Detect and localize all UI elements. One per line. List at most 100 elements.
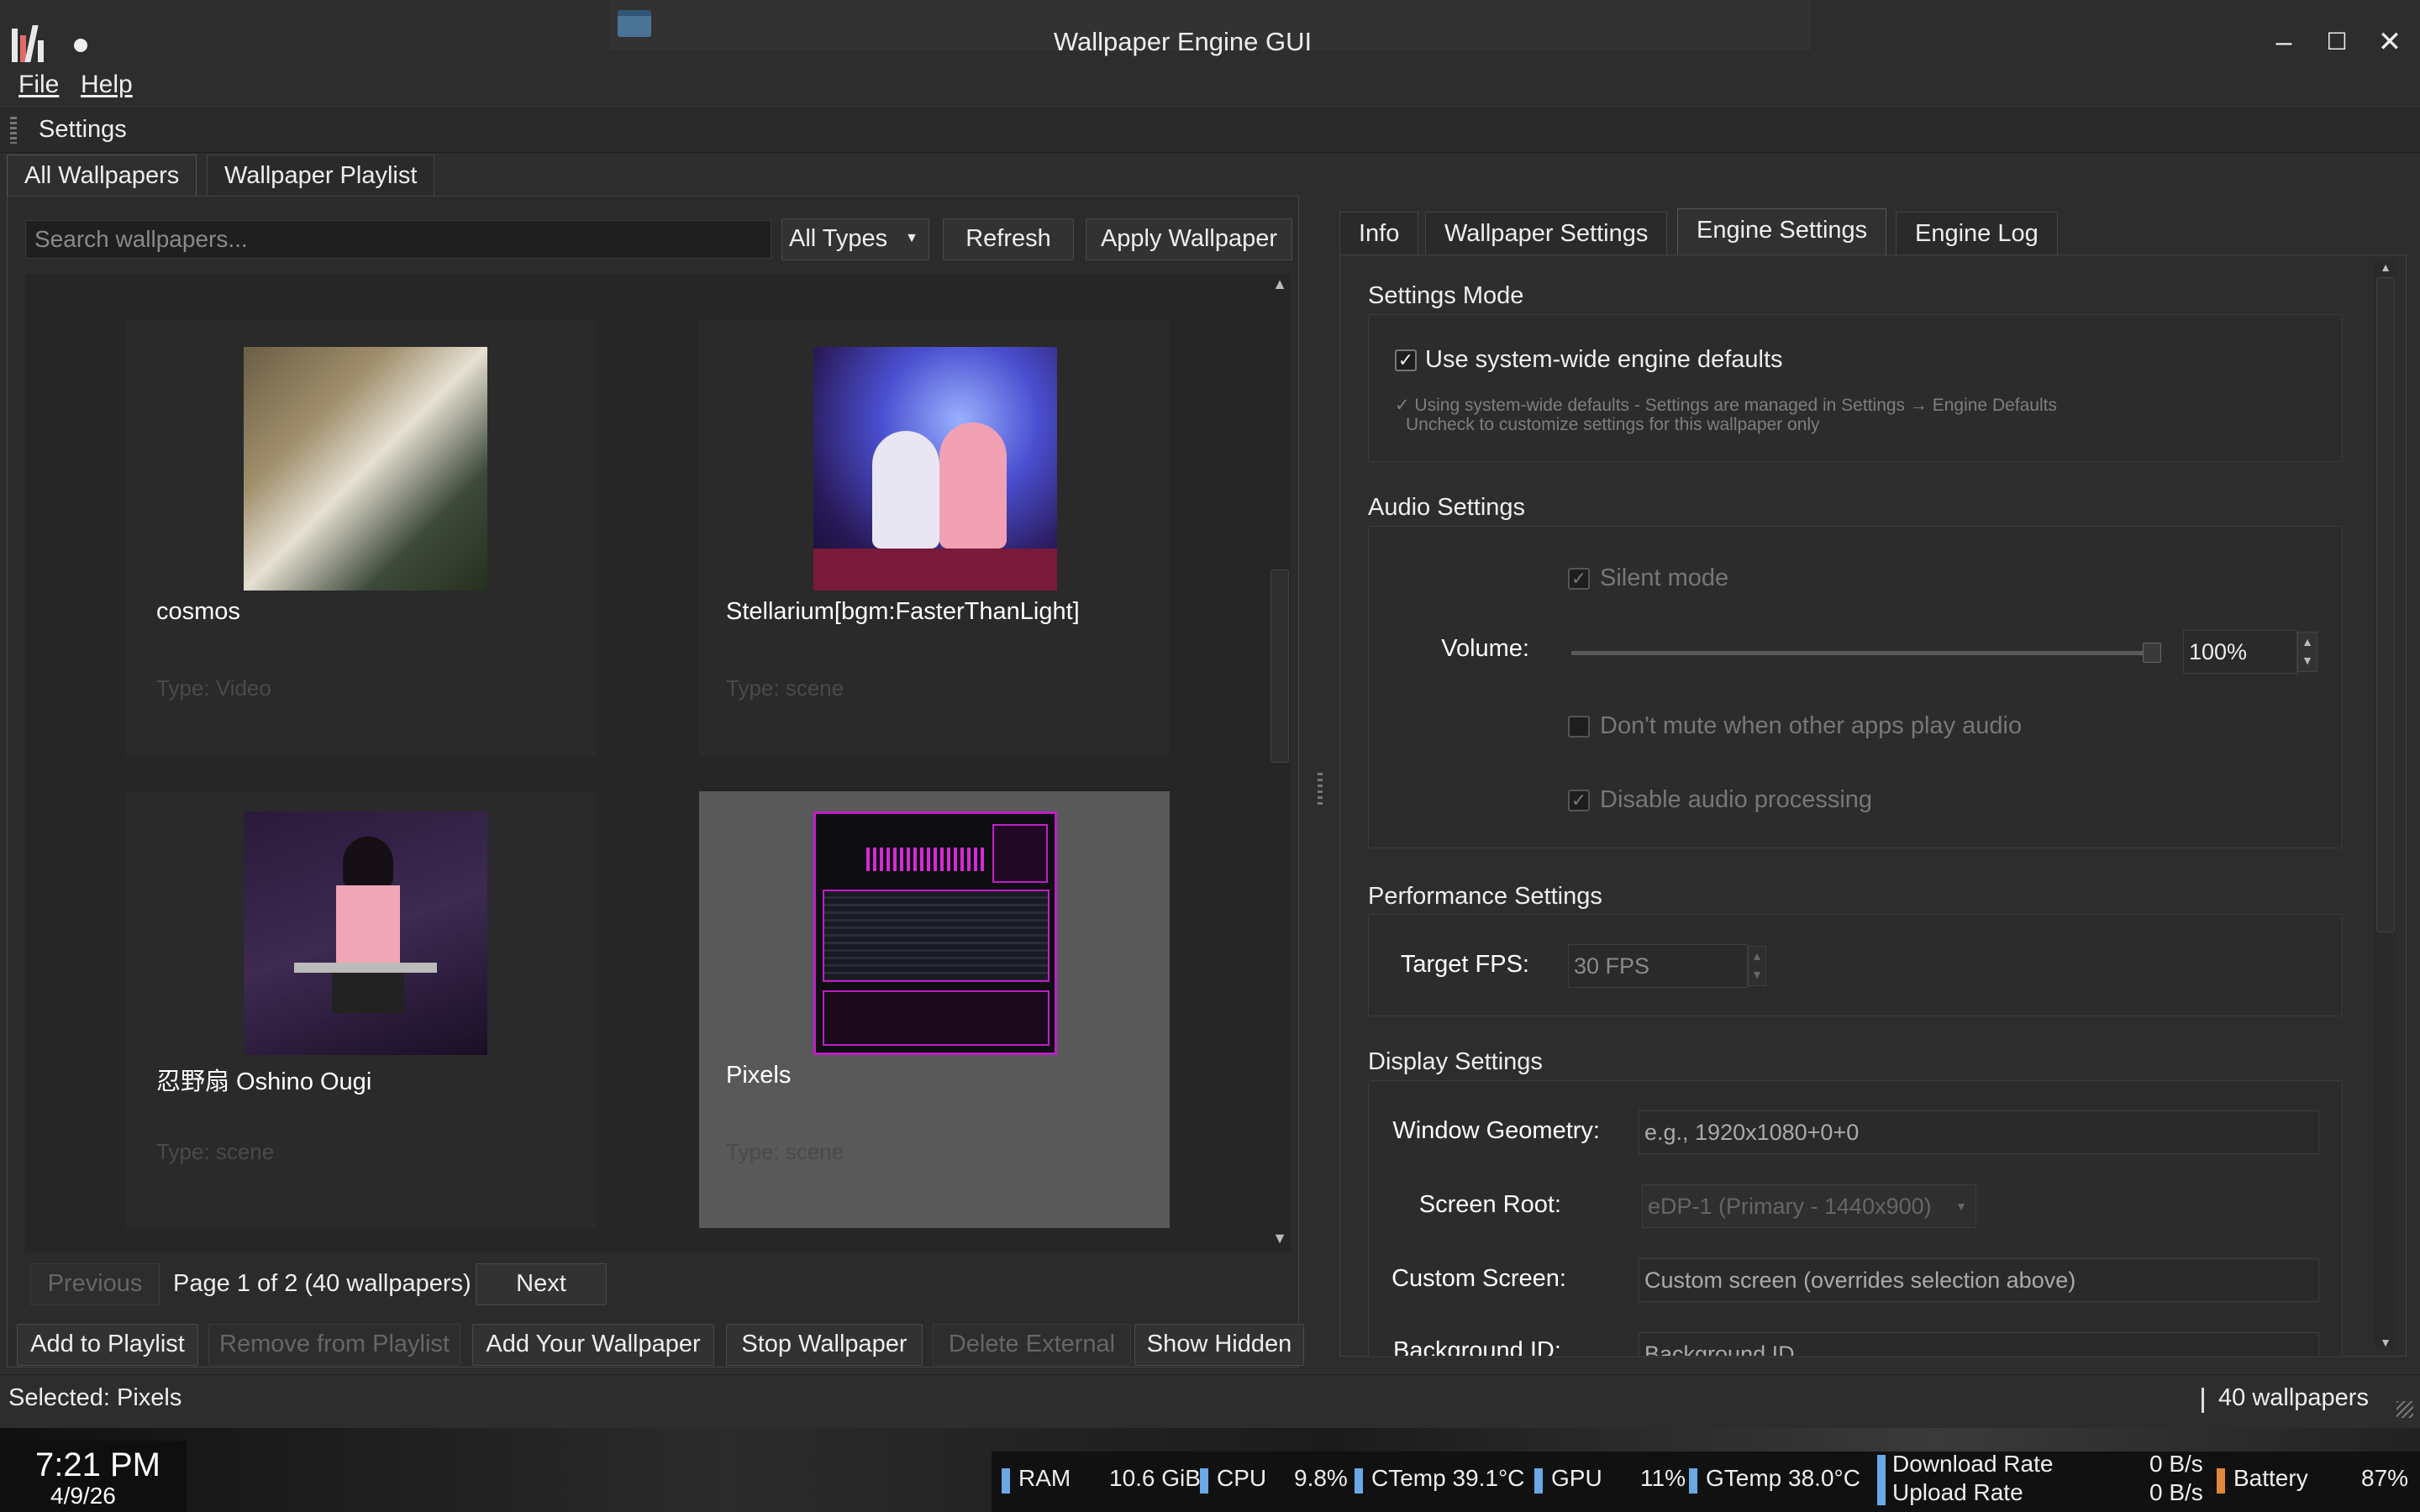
dont-mute-checkbox[interactable] <box>1568 716 1590 738</box>
background-id-label: Background ID: <box>1393 1337 1561 1356</box>
gpu-value: 11% <box>1640 1465 1686 1491</box>
wallpaper-name: 忍野扇 Oshino Ougi <box>156 1068 372 1095</box>
status-bar <box>0 1374 2420 1426</box>
minimize-icon[interactable]: – <box>2269 27 2299 57</box>
silent-mode-checkbox[interactable]: ✓ <box>1568 568 1590 590</box>
scroll-down-icon[interactable]: ▼ <box>2375 1336 2396 1349</box>
volume-slider-track[interactable] <box>1571 651 2161 655</box>
screen-root-value: eDP-1 (Primary - 1440x900) <box>1648 1194 1932 1219</box>
delete-external-button[interactable]: Delete External <box>933 1324 1131 1366</box>
tab-wallpaper-playlist[interactable]: Wallpaper Playlist <box>207 155 435 197</box>
refresh-button[interactable]: Refresh <box>943 218 1074 260</box>
use-defaults-label: Use system-wide engine defaults <box>1425 346 1783 373</box>
wallpaper-thumbnail[interactable] <box>244 811 487 1055</box>
toolbar-grip-icon[interactable] <box>10 117 17 144</box>
screen-root-dropdown[interactable]: eDP-1 (Primary - 1440x900) ▼ <box>1642 1184 1976 1228</box>
add-your-wallpaper-button[interactable]: Add Your Wallpaper <box>472 1324 714 1366</box>
wallpaper-type: Type: scene <box>156 1139 275 1164</box>
wallpaper-thumbnail[interactable] <box>813 347 1057 591</box>
settings-scrollbar-thumb[interactable] <box>2376 277 2395 932</box>
custom-screen-input[interactable]: Custom screen (overrides selection above… <box>1639 1258 2319 1302</box>
screen-root-label: Screen Root: <box>1418 1191 1561 1218</box>
scroll-up-icon[interactable]: ▲ <box>2375 260 2396 274</box>
download-label: Download Rate <box>1892 1451 2054 1477</box>
gpu-temp: GTemp 38.0°C <box>1706 1465 1860 1491</box>
wallpaper-type: Type: Video <box>156 675 271 701</box>
battery-bar-icon <box>2217 1468 2225 1494</box>
resize-grip-icon[interactable] <box>2396 1401 2413 1418</box>
tab-engine-log[interactable]: Engine Log <box>1896 212 2058 255</box>
next-button[interactable]: Next <box>476 1263 607 1305</box>
network-bar-icon <box>1877 1455 1886 1505</box>
custom-screen-label: Custom Screen: <box>1392 1265 1566 1292</box>
previous-button[interactable]: Previous <box>30 1263 160 1305</box>
cpu-value: 9.8% <box>1294 1465 1348 1491</box>
status-selected: Selected: Pixels <box>8 1384 182 1411</box>
settings-mode-title: Settings Mode <box>1368 282 1524 309</box>
clock-date: 4/9/26 <box>50 1483 116 1509</box>
scroll-up-icon[interactable]: ▲ <box>1269 276 1291 293</box>
gtemp-bar-icon <box>1689 1468 1697 1494</box>
disable-processing-checkbox[interactable]: ✓ <box>1568 790 1590 811</box>
disable-processing-label: Disable audio processing <box>1600 786 1873 813</box>
chevron-down-icon: ▼ <box>905 231 918 245</box>
volume-stepper-icon[interactable]: ▲ ▼ <box>2297 632 2317 672</box>
ram-value: 10.6 GiB <box>1109 1465 1201 1491</box>
tab-all-wallpapers[interactable]: All Wallpapers <box>7 155 197 197</box>
maximize-icon[interactable]: ☐ <box>2322 27 2352 57</box>
stop-wallpaper-button[interactable]: Stop Wallpaper <box>726 1324 923 1366</box>
performance-settings-title: Performance Settings <box>1368 883 1602 910</box>
background-id-input[interactable]: Background ID <box>1639 1332 2319 1356</box>
display-settings-title: Display Settings <box>1368 1048 1543 1075</box>
tab-engine-settings[interactable]: Engine Settings <box>1677 208 1887 255</box>
defaults-hint: ✓ Using system-wide defaults - Settings … <box>1395 396 2057 415</box>
battery-label: Battery <box>2233 1465 2308 1491</box>
wallpaper-name: Pixels <box>726 1062 792 1089</box>
menu-file[interactable]: File <box>18 71 59 99</box>
settings-button[interactable]: Settings <box>39 116 127 144</box>
menu-help[interactable]: Help <box>81 71 133 99</box>
remove-from-playlist-button[interactable]: Remove from Playlist <box>208 1324 460 1366</box>
chevron-down-icon: ▼ <box>1955 1200 1967 1213</box>
gpu-label: GPU <box>1551 1465 1602 1491</box>
target-fps-spinbox[interactable]: 30 FPS <box>1568 944 1748 988</box>
background-id-row: Background ID: Background ID <box>1344 1326 2370 1356</box>
customize-hint: Uncheck to customize settings for this w… <box>1406 415 1820 434</box>
scroll-down-icon[interactable]: ▼ <box>1269 1230 1291 1247</box>
wallpaper-type: Type: scene <box>726 1139 844 1164</box>
cpu-label: CPU <box>1217 1465 1267 1491</box>
window-geometry-input[interactable]: e.g., 1920x1080+0+0 <box>1639 1110 2319 1154</box>
splitter-handle-icon[interactable] <box>1318 773 1323 806</box>
search-input[interactable]: Search wallpapers... <box>25 220 771 259</box>
wallpaper-thumbnail[interactable] <box>244 347 487 591</box>
cpu-bar-icon <box>1200 1468 1208 1494</box>
status-count: 40 wallpapers <box>2218 1384 2369 1411</box>
grid-scrollbar-thumb[interactable] <box>1270 570 1289 763</box>
wallpaper-name: cosmos <box>156 598 240 625</box>
dont-mute-label: Don't mute when other apps play audio <box>1600 712 2023 739</box>
ram-label: RAM <box>1018 1465 1071 1491</box>
volume-spinbox[interactable]: 100% <box>2183 630 2297 674</box>
fps-stepper-icon[interactable]: ▲ ▼ <box>1748 946 1766 986</box>
use-defaults-checkbox[interactable]: ✓ <box>1395 349 1417 371</box>
type-filter-value: All Types <box>789 225 888 252</box>
volume-label: Volume: <box>1441 635 1529 662</box>
settings-mode-group <box>1368 314 2343 462</box>
wallpaper-type: Type: scene <box>726 675 844 701</box>
tab-info[interactable]: Info <box>1339 212 1419 255</box>
close-icon[interactable]: ✕ <box>2375 27 2405 57</box>
wallpaper-name: Stellarium[bgm:FasterThanLight] <box>726 598 1080 625</box>
type-filter-dropdown[interactable]: All Types ▼ <box>781 218 929 260</box>
volume-slider-handle[interactable] <box>2143 643 2161 663</box>
wallpaper-thumbnail[interactable] <box>813 811 1057 1055</box>
tab-wallpaper-settings[interactable]: Wallpaper Settings <box>1425 212 1668 255</box>
audio-settings-title: Audio Settings <box>1368 494 1526 521</box>
grid-scrollbar[interactable] <box>1269 274 1291 1252</box>
apply-wallpaper-button[interactable]: Apply Wallpaper <box>1086 218 1292 260</box>
show-hidden-button[interactable]: Show Hidden <box>1134 1324 1304 1366</box>
ctemp-bar-icon <box>1355 1468 1363 1494</box>
target-fps-label: Target FPS: <box>1400 951 1529 978</box>
add-to-playlist-button[interactable]: Add to Playlist <box>17 1324 198 1366</box>
status-divider <box>2202 1388 2204 1413</box>
gpu-bar-icon <box>1534 1468 1543 1494</box>
